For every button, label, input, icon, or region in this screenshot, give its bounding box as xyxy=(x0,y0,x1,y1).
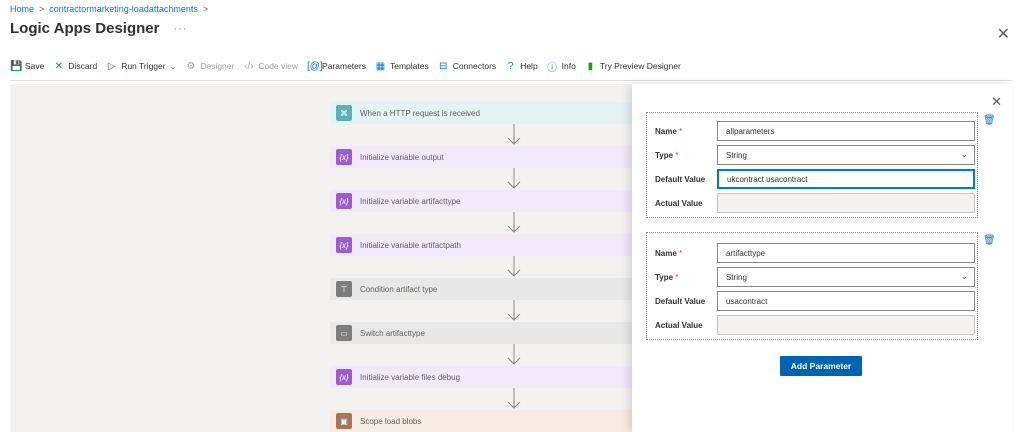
run-trigger-button[interactable]: ▷ Run Trigger ⌄ xyxy=(106,61,176,72)
code-icon: ‹/› xyxy=(244,60,254,72)
try-preview-designer-button[interactable]: ▮ Try Preview Designer xyxy=(585,61,681,72)
templates-button[interactable]: ▦ Templates xyxy=(375,61,429,72)
step-init-files-debug[interactable]: {x} Initialize variable files debug xyxy=(330,366,632,388)
actual-value-field xyxy=(717,193,975,213)
connector-arrow xyxy=(507,124,521,145)
connectors-button[interactable]: ⊟ Connectors xyxy=(438,61,496,72)
designer-icon: ⚙ xyxy=(186,60,196,72)
help-icon: ? xyxy=(507,60,514,72)
close-icon[interactable]: ✕ xyxy=(991,94,1002,110)
parameters-icon: [@] xyxy=(307,60,323,72)
designer-canvas[interactable]: ⌘ When a HTTP request is received {x} In… xyxy=(10,84,632,432)
parameters-button[interactable]: [@] Parameters xyxy=(307,61,366,72)
code-view-button[interactable]: ‹/› Code view xyxy=(243,61,298,72)
type-select[interactable]: String ⌄ xyxy=(717,267,975,287)
connector-arrow xyxy=(507,388,521,409)
trash-icon[interactable]: 🗑 xyxy=(983,235,996,246)
parameter-card: 🗑 Name * allparameters Type * String ⌄ De… xyxy=(646,112,996,218)
breadcrumb-app[interactable]: contractormarketing-loadattachments xyxy=(49,4,198,14)
default-value-field[interactable]: ukcontract usacontract xyxy=(717,169,975,189)
type-select[interactable]: String ⌄ xyxy=(717,145,975,165)
name-label: Name * xyxy=(655,126,683,136)
templates-icon: ▦ xyxy=(375,60,386,72)
variable-icon: {x} xyxy=(336,369,352,385)
trash-icon[interactable]: 🗑 xyxy=(983,115,996,126)
default-value-label: Default Value xyxy=(655,296,706,306)
connector-arrow xyxy=(507,256,521,277)
step-init-artifactpath[interactable]: {x} Initialize variable artifactpath xyxy=(330,234,632,256)
title-row: Logic Apps Designer ··· xyxy=(10,20,187,37)
default-value-label: Default Value xyxy=(655,174,706,184)
discard-button[interactable]: ✕ Discard xyxy=(53,60,98,72)
condition-icon: ⊤ xyxy=(336,281,352,297)
bookmark-icon: ▮ xyxy=(587,60,594,72)
more-options-button[interactable]: ··· xyxy=(173,23,187,35)
help-button[interactable]: ? Help xyxy=(505,60,538,72)
designer-button[interactable]: ⚙ Designer xyxy=(185,61,234,72)
variable-icon: {x} xyxy=(336,193,352,209)
add-parameter-button[interactable]: Add Parameter xyxy=(780,356,862,376)
close-icon[interactable]: ✕ xyxy=(997,24,1010,44)
info-button[interactable]: ⓘ Info xyxy=(547,59,576,74)
save-button[interactable]: 💾 Save xyxy=(10,61,44,72)
step-condition[interactable]: ⊤ Condition artifact type xyxy=(330,278,632,300)
play-icon: ▷ xyxy=(107,60,116,72)
toolbar-divider xyxy=(10,80,1012,81)
connector-arrow xyxy=(507,344,521,365)
switch-icon: ▭ xyxy=(336,325,352,341)
name-field[interactable]: artifacttype xyxy=(717,243,975,263)
chevron-down-icon: ⌄ xyxy=(960,149,968,159)
breadcrumb: Home > contractormarketing-loadattachmen… xyxy=(10,4,208,14)
breadcrumb-separator: > xyxy=(202,4,209,14)
parameter-card: 🗑 Name * artifacttype Type * String ⌄ Def… xyxy=(646,232,996,340)
name-field[interactable]: allparameters xyxy=(717,121,975,141)
info-icon: ⓘ xyxy=(547,62,558,74)
variable-icon: {x} xyxy=(336,237,352,253)
step-http-trigger[interactable]: ⌘ When a HTTP request is received xyxy=(330,102,632,124)
step-switch[interactable]: ▭ Switch artifacttype xyxy=(330,322,632,344)
connector-arrow xyxy=(507,212,521,233)
chevron-down-icon: ⌄ xyxy=(960,271,968,281)
step-scope-load-blobs[interactable]: ▣ Scope load blobs xyxy=(330,410,632,432)
parameters-panel: ✕ 🗑 Name * allparameters Type * String ⌄ … xyxy=(632,84,1012,432)
chevron-down-icon: ⌄ xyxy=(169,61,177,71)
breadcrumb-home[interactable]: Home xyxy=(10,4,34,14)
save-icon: 💾 xyxy=(10,60,23,72)
actual-value-label: Actual Value xyxy=(655,198,703,208)
variable-icon: {x} xyxy=(336,149,352,165)
connector-arrow xyxy=(507,300,521,321)
name-label: Name * xyxy=(655,248,683,258)
default-value-field[interactable]: usacontract xyxy=(717,291,975,311)
type-label: Type * xyxy=(655,272,679,282)
actual-value-field xyxy=(717,315,975,335)
connector-arrow xyxy=(507,168,521,189)
type-label: Type * xyxy=(655,150,679,160)
toolbar: 💾 Save ✕ Discard ▷ Run Trigger ⌄ ⚙ Designer ‹… xyxy=(10,58,690,74)
page-title: Logic Apps Designer xyxy=(10,20,160,37)
actual-value-label: Actual Value xyxy=(655,320,703,330)
discard-icon: ✕ xyxy=(54,60,64,72)
scope-icon: ▣ xyxy=(336,413,352,429)
step-init-output[interactable]: {x} Initialize variable output xyxy=(330,146,632,168)
http-trigger-icon: ⌘ xyxy=(336,105,352,121)
connectors-icon: ⊟ xyxy=(439,60,448,72)
step-init-artifacttype[interactable]: {x} Initialize variable artifacttype xyxy=(330,190,632,212)
breadcrumb-separator: > xyxy=(39,4,45,14)
